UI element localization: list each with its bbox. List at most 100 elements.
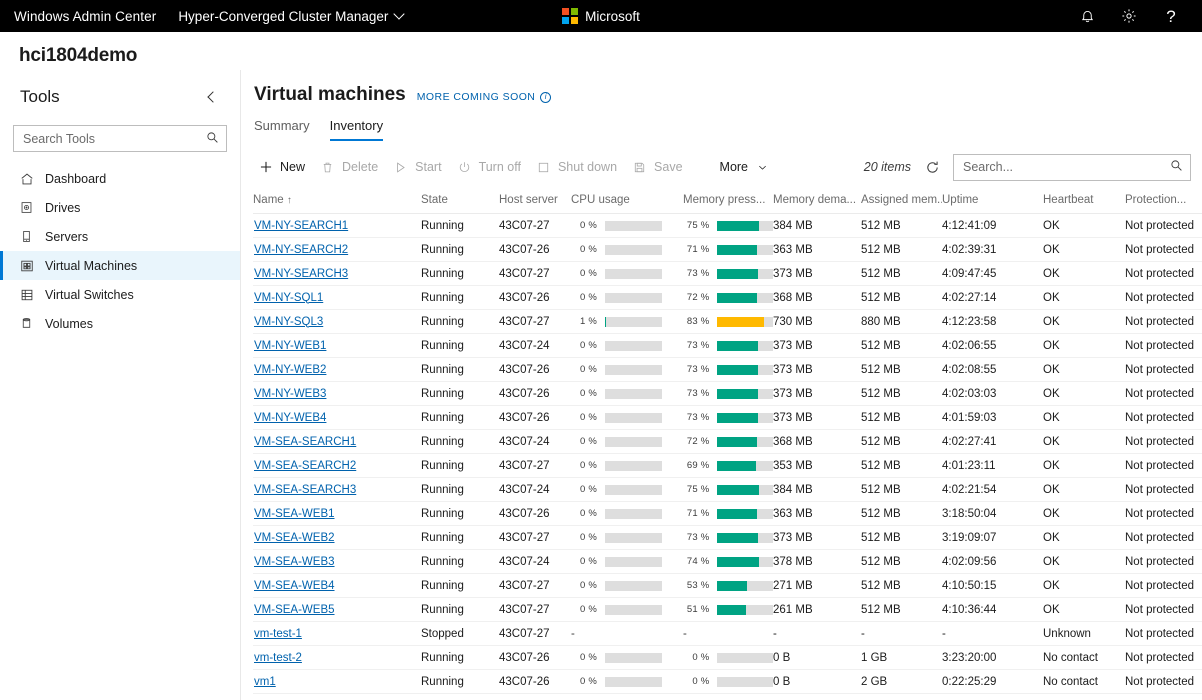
notifications-icon[interactable] — [1068, 0, 1106, 32]
vm-name-link[interactable]: VM-NY-SQL3 — [254, 316, 323, 328]
tab-summary[interactable]: Summary — [254, 118, 310, 141]
vm-name-link[interactable]: VM-SEA-WEB4 — [254, 580, 335, 592]
tools-search-box[interactable] — [13, 125, 227, 152]
vm-search-box[interactable] — [953, 154, 1191, 181]
sidebar-item-volumes[interactable]: Volumes — [0, 309, 240, 338]
table-row[interactable]: VM-NY-SEARCH1Running43C07-270 %75 %384 M… — [253, 214, 1202, 238]
column-header-uptime[interactable]: Uptime — [942, 190, 1043, 214]
table-row[interactable]: VM-SEA-WEB1Running43C07-260 %71 %363 MB5… — [253, 502, 1202, 526]
vm-name-link[interactable]: VM-SEA-WEB2 — [254, 532, 335, 544]
new-button[interactable]: New — [254, 153, 316, 181]
table-row[interactable]: VM-NY-SEARCH2Running43C07-260 %71 %363 M… — [253, 238, 1202, 262]
vm-name-link[interactable]: VM-SEA-SEARCH3 — [254, 484, 356, 496]
column-header-host-server[interactable]: Host server — [499, 190, 571, 214]
vm-heartbeat: OK — [1043, 358, 1125, 382]
vm-name-link[interactable]: VM-NY-WEB2 — [254, 364, 326, 376]
vm-name-link[interactable]: VM-NY-SEARCH3 — [254, 268, 348, 280]
table-row[interactable]: VM-NY-WEB3Running43C07-260 %73 %373 MB51… — [253, 382, 1202, 406]
column-header-state[interactable]: State — [421, 190, 499, 214]
sidebar-item-drives[interactable]: Drives — [0, 193, 240, 222]
table-row[interactable]: VM-NY-WEB4Running43C07-260 %73 %373 MB51… — [253, 406, 1202, 430]
app-selector[interactable]: Hyper-Converged Cluster Manager — [178, 9, 404, 24]
sidebar-item-virtual-switches[interactable]: Virtual Switches — [0, 280, 240, 309]
vm-name-link[interactable]: vm-test-2 — [254, 652, 302, 664]
table-row[interactable]: VM-SEA-WEB3Running43C07-240 %74 %378 MB5… — [253, 550, 1202, 574]
vm-protection: Not protected — [1125, 430, 1202, 454]
table-row[interactable]: VM-NY-SEARCH3Running43C07-270 %73 %373 M… — [253, 262, 1202, 286]
vm-name-link[interactable]: VM-NY-SEARCH1 — [254, 220, 348, 232]
sidebar-item-virtual-machines[interactable]: Virtual Machines — [0, 251, 240, 280]
vm-name-link[interactable]: VM-SEA-WEB3 — [254, 556, 335, 568]
vm-name-link[interactable]: VM-NY-SEARCH2 — [254, 244, 348, 256]
vm-name-link[interactable]: VM-NY-WEB4 — [254, 412, 326, 424]
refresh-icon[interactable] — [923, 158, 941, 176]
sidebar-item-servers[interactable]: Servers — [0, 222, 240, 251]
table-row[interactable]: VM-NY-WEB1Running43C07-240 %73 %373 MB51… — [253, 334, 1202, 358]
vm-memory-demand: 261 MB — [773, 598, 861, 622]
vm-cpu-usage: 0 % — [571, 382, 683, 406]
collapse-sidebar-button[interactable] — [202, 88, 220, 106]
help-icon[interactable]: ? — [1152, 0, 1190, 32]
vm-name-link[interactable]: VM-NY-SQL1 — [254, 292, 323, 304]
sidebar-item-dashboard[interactable]: Dashboard — [0, 164, 240, 193]
vm-name-link[interactable]: VM-NY-WEB3 — [254, 388, 326, 400]
table-row[interactable]: VM-NY-SQL1Running43C07-260 %72 %368 MB51… — [253, 286, 1202, 310]
vm-protection: Not protected — [1125, 382, 1202, 406]
table-row[interactable]: VM-SEA-SEARCH3Running43C07-240 %75 %384 … — [253, 478, 1202, 502]
more-coming-soon-link[interactable]: MORE COMING SOON i — [417, 91, 552, 103]
vm-name-link[interactable]: vm1 — [254, 676, 276, 688]
vm-state: Running — [421, 214, 499, 238]
vm-state: Running — [421, 598, 499, 622]
vm-name-link[interactable]: vm-test-1 — [254, 628, 302, 640]
vm-name-link[interactable]: VM-NY-WEB1 — [254, 340, 326, 352]
more-button[interactable]: More — [716, 153, 776, 181]
cpu-usage-value: 0 % — [571, 292, 597, 303]
column-header-memory-demand[interactable]: Memory dema... — [773, 190, 861, 214]
vm-host-server: 43C07-26 — [499, 358, 571, 382]
vm-assigned-memory: 512 MB — [861, 454, 942, 478]
table-row[interactable]: vm-test-1Stopped43C07-27-----UnknownNot … — [253, 622, 1202, 646]
tools-sidebar: Tools Dashboard — [0, 70, 241, 700]
vm-heartbeat: OK — [1043, 598, 1125, 622]
tab-inventory[interactable]: Inventory — [330, 118, 383, 141]
memory-pressure-value: 0 % — [683, 652, 709, 663]
column-header-heartbeat[interactable]: Heartbeat — [1043, 190, 1125, 214]
column-header-name[interactable]: Name ↑ — [253, 190, 421, 214]
cpu-usage-value: 0 % — [571, 412, 597, 423]
column-header-protection[interactable]: Protection... — [1125, 190, 1202, 214]
memory-pressure-bar — [717, 677, 773, 687]
vm-uptime: 4:02:27:14 — [942, 286, 1043, 310]
table-row[interactable]: VM-SEA-WEB2Running43C07-270 %73 %373 MB5… — [253, 526, 1202, 550]
table-row[interactable]: VM-SEA-WEB4Running43C07-270 %53 %271 MB5… — [253, 574, 1202, 598]
vm-name-link[interactable]: VM-SEA-WEB5 — [254, 604, 335, 616]
vm-uptime: 4:02:39:31 — [942, 238, 1043, 262]
table-row[interactable]: VM-SEA-SEARCH2Running43C07-270 %69 %353 … — [253, 454, 1202, 478]
column-header-assigned-memory[interactable]: Assigned mem... — [861, 190, 942, 214]
sidebar-item-label: Virtual Switches — [45, 288, 134, 302]
memory-pressure-bar — [717, 581, 773, 591]
table-row[interactable]: VM-SEA-SEARCH1Running43C07-240 %72 %368 … — [253, 430, 1202, 454]
virtual-machine-icon — [19, 258, 34, 273]
vm-memory-pressure: 0 % — [683, 670, 773, 694]
vm-name-link[interactable]: VM-SEA-WEB1 — [254, 508, 335, 520]
search-tools-input[interactable] — [23, 132, 206, 146]
table-row[interactable]: VM-NY-SQL3Running43C07-271 %83 %730 MB88… — [253, 310, 1202, 334]
settings-gear-icon[interactable] — [1110, 0, 1148, 32]
table-row[interactable]: vm-test-2Running43C07-260 %0 %0 B1 GB3:2… — [253, 646, 1202, 670]
vm-name-link[interactable]: VM-SEA-SEARCH2 — [254, 460, 356, 472]
table-row[interactable]: VM-NY-WEB2Running43C07-260 %73 %373 MB51… — [253, 358, 1202, 382]
column-header-cpu-usage[interactable]: CPU usage — [571, 190, 683, 214]
vm-host-server: 43C07-24 — [499, 550, 571, 574]
table-row[interactable]: VM-SEA-WEB5Running43C07-270 %51 %261 MB5… — [253, 598, 1202, 622]
search-input[interactable] — [963, 160, 1170, 174]
memory-pressure-meter: 53 % — [683, 580, 773, 591]
vm-heartbeat: OK — [1043, 382, 1125, 406]
column-header-memory-pressure[interactable]: Memory press... — [683, 190, 773, 214]
vm-state: Running — [421, 430, 499, 454]
vm-protection: Not protected — [1125, 454, 1202, 478]
table-row[interactable]: vm1Running43C07-260 %0 %0 B2 GB0:22:25:2… — [253, 670, 1202, 694]
memory-pressure-meter: 74 % — [683, 556, 773, 567]
vm-name-link[interactable]: VM-SEA-SEARCH1 — [254, 436, 356, 448]
cpu-usage-meter: 0 % — [571, 652, 683, 663]
vm-heartbeat: OK — [1043, 262, 1125, 286]
